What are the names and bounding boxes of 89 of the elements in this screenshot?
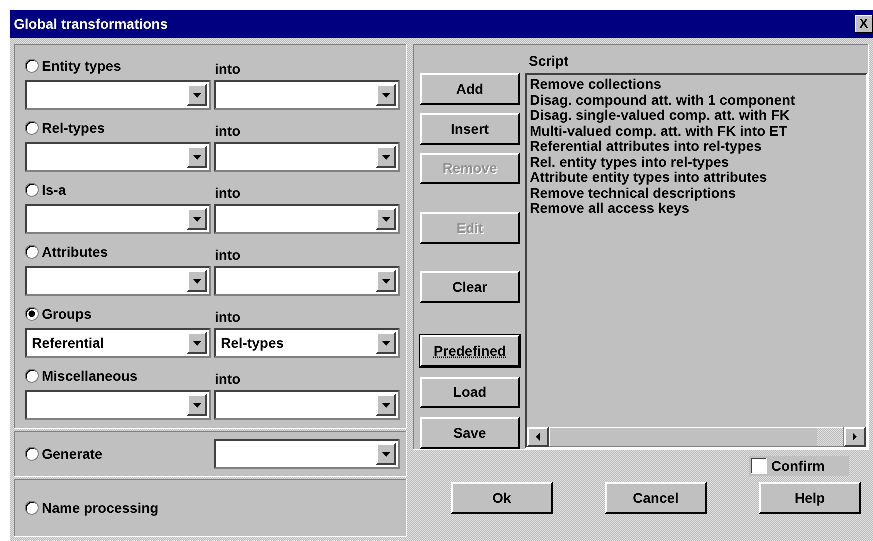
radio-label: Is-a xyxy=(42,182,66,198)
combo-box[interactable]: Rel-types xyxy=(214,328,400,358)
dropdown-button[interactable] xyxy=(187,208,207,230)
radio-button[interactable] xyxy=(25,58,39,72)
dropdown-button[interactable] xyxy=(376,208,396,230)
into-label: into xyxy=(215,246,242,262)
dropdown-button[interactable] xyxy=(187,146,207,168)
combo-box[interactable] xyxy=(214,439,400,469)
caret-icon xyxy=(192,278,202,284)
dropdown-button[interactable] xyxy=(376,394,396,416)
radio-button[interactable] xyxy=(25,306,39,320)
combo-box[interactable] xyxy=(214,390,400,420)
caret-icon xyxy=(382,402,390,408)
left-arrow-icon xyxy=(536,433,540,441)
radio-label: Entity types xyxy=(42,58,122,74)
script-button[interactable]: Clear xyxy=(420,271,520,303)
caret-icon xyxy=(382,340,390,346)
dropdown-button[interactable] xyxy=(376,146,396,168)
radio-label: Groups xyxy=(42,306,92,322)
script-button[interactable]: Add xyxy=(420,73,520,105)
caret-icon xyxy=(192,402,202,408)
checkbox[interactable] xyxy=(751,458,768,474)
combo-box[interactable] xyxy=(214,80,400,110)
radio-label: Generate xyxy=(42,446,103,462)
dropdown-button[interactable] xyxy=(187,394,207,416)
caret-icon xyxy=(192,216,202,222)
radio-button[interactable] xyxy=(25,501,39,515)
scroll-right-button[interactable] xyxy=(844,427,866,447)
caret-icon xyxy=(382,452,390,456)
caret-icon xyxy=(382,92,390,98)
combo-box[interactable] xyxy=(25,266,211,296)
close-button[interactable]: X xyxy=(855,15,873,33)
radio-button[interactable] xyxy=(25,120,39,134)
combo-box[interactable] xyxy=(25,204,211,234)
into-label: into xyxy=(215,184,242,200)
script-item[interactable]: Remove collections xyxy=(530,77,863,92)
dropdown-button[interactable] xyxy=(376,84,396,106)
radio-button[interactable] xyxy=(25,447,39,461)
combo-box[interactable] xyxy=(214,266,400,296)
script-item[interactable]: Disag. compound att. with 1 component xyxy=(530,92,863,108)
script-button[interactable]: Predefined xyxy=(420,334,520,366)
script-title: Script xyxy=(528,52,570,71)
script-item[interactable]: Multi-valued comp. att. with FK into ET xyxy=(530,124,863,139)
dropdown-button[interactable] xyxy=(187,84,207,106)
radio-label: Attributes xyxy=(42,244,108,260)
script-item[interactable]: Remove all access keys xyxy=(530,201,863,216)
combo-box[interactable] xyxy=(25,390,211,420)
combo-box[interactable] xyxy=(214,142,400,172)
window-title: Global transformations xyxy=(14,16,168,32)
dropdown-button[interactable] xyxy=(187,270,207,292)
dropdown-button[interactable] xyxy=(376,270,396,292)
radio-label: Rel-types xyxy=(42,120,106,136)
dialog-button[interactable]: Cancel xyxy=(605,482,707,514)
caret-icon xyxy=(192,92,202,98)
into-label: into xyxy=(215,60,242,76)
into-label: into xyxy=(215,122,242,138)
combo-box[interactable] xyxy=(214,204,400,234)
into-label: into xyxy=(215,370,242,386)
caret-icon xyxy=(192,340,202,346)
script-button[interactable]: Load xyxy=(420,376,520,408)
radio-button[interactable] xyxy=(25,368,39,382)
dropdown-button[interactable] xyxy=(376,443,396,465)
combo-box[interactable] xyxy=(25,80,211,110)
script-button[interactable]: Save xyxy=(420,417,520,449)
script-item[interactable]: Referential attributes into rel-types xyxy=(530,139,863,154)
scrollbar-thumb[interactable] xyxy=(817,428,843,446)
combo-box[interactable]: Referential xyxy=(25,328,211,358)
script-button[interactable]: Insert xyxy=(420,112,520,144)
dropdown-button[interactable] xyxy=(187,332,207,354)
into-label: into xyxy=(215,308,242,324)
dialog-button[interactable]: Help xyxy=(759,482,861,514)
script-item[interactable]: Attribute entity types into attributes xyxy=(530,170,863,186)
radio-button[interactable] xyxy=(25,182,39,196)
script-item[interactable]: Remove technical descriptions xyxy=(530,186,863,201)
radio-label: Miscellaneous xyxy=(42,368,138,384)
caret-icon xyxy=(382,278,390,284)
checkbox-label: Confirm xyxy=(771,458,825,474)
dropdown-button[interactable] xyxy=(376,332,396,354)
radio-button[interactable] xyxy=(25,244,39,258)
script-item[interactable]: Rel. entity types into rel-types xyxy=(530,154,863,170)
dialog-button[interactable]: Ok xyxy=(451,482,553,514)
scroll-left-button[interactable] xyxy=(527,427,549,447)
combo-box[interactable] xyxy=(25,142,211,172)
right-arrow-icon xyxy=(853,433,857,441)
script-item[interactable]: Disag. single-valued comp. att. with FK xyxy=(530,108,863,124)
caret-icon xyxy=(192,154,202,160)
caret-icon xyxy=(382,154,390,160)
caret-icon xyxy=(382,216,390,222)
radio-label: Name processing xyxy=(42,500,159,516)
